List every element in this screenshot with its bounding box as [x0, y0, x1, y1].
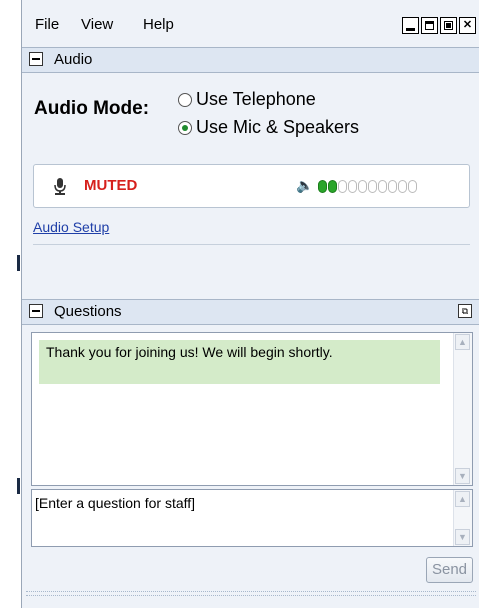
send-button[interactable]: Send [426, 557, 473, 583]
volume-segment [318, 180, 327, 193]
menu-help[interactable]: Help [143, 16, 174, 33]
volume-segment [378, 180, 387, 193]
speaker-icon: 🔈 [296, 177, 314, 193]
question-input-placeholder: [Enter a question for staff] [35, 495, 196, 511]
volume-segment [358, 180, 367, 193]
input-scrollbar[interactable]: ▲ ▼ [453, 490, 472, 546]
audio-section-header[interactable]: Audio [22, 47, 479, 73]
collapse-icon[interactable] [29, 304, 43, 318]
audio-status-box: MUTED 🔈 [33, 164, 470, 208]
divider [33, 244, 470, 245]
popout-icon[interactable]: ⧉ [458, 304, 472, 318]
edge-mark [17, 255, 20, 271]
radio-selected-icon [178, 120, 192, 135]
edge-mark [17, 478, 20, 494]
maximize-icon [425, 21, 434, 30]
audio-mode-label: Audio Mode: [34, 98, 150, 119]
popout-button[interactable] [440, 17, 457, 34]
mic-status: MUTED [84, 177, 138, 194]
window-controls: ✕ [402, 17, 476, 34]
question-message: Thank you for joining us! We will begin … [39, 340, 440, 384]
volume-segment [408, 180, 417, 193]
radio-use-telephone[interactable]: Use Telephone [178, 89, 316, 110]
menu-bar: File View Help ✕ [22, 0, 479, 46]
close-button[interactable]: ✕ [459, 17, 476, 34]
minimize-button[interactable] [402, 17, 419, 34]
volume-segment [368, 180, 377, 193]
scroll-down-icon[interactable]: ▼ [455, 468, 470, 484]
webinar-panel: File View Help ✕ Audio Audio Mode: Use T… [21, 0, 479, 608]
volume-segment [398, 180, 407, 193]
radio-icon [178, 92, 192, 107]
radio-label: Use Telephone [196, 89, 316, 109]
questions-log: Thank you for joining us! We will begin … [31, 332, 473, 486]
volume-segment [388, 180, 397, 193]
audio-setup-link[interactable]: Audio Setup [33, 219, 109, 235]
maximize-button[interactable] [421, 17, 438, 34]
audio-section-title: Audio [54, 51, 93, 68]
left-edge [0, 0, 21, 608]
scroll-up-icon[interactable]: ▲ [455, 334, 470, 350]
radio-use-mic-speakers[interactable]: Use Mic & Speakers [178, 117, 359, 138]
close-icon: ✕ [462, 19, 473, 31]
question-input[interactable]: [Enter a question for staff] ▲ ▼ [31, 489, 473, 547]
panel-bottom-edge [26, 591, 476, 596]
volume-segment [328, 180, 337, 193]
questions-section-header[interactable]: Questions ⧉ [22, 299, 479, 325]
collapse-icon[interactable] [29, 52, 43, 66]
scroll-up-icon[interactable]: ▲ [455, 491, 470, 507]
menu-view[interactable]: View [81, 16, 113, 33]
scroll-down-icon[interactable]: ▼ [455, 529, 470, 545]
volume-segment [338, 180, 347, 193]
menu-file[interactable]: File [35, 16, 59, 33]
volume-segment [348, 180, 357, 193]
questions-section-title: Questions [54, 303, 122, 320]
microphone-icon[interactable] [53, 177, 67, 195]
volume-meter [318, 180, 417, 193]
popout-icon-inner [446, 23, 451, 28]
log-scrollbar[interactable]: ▲ ▼ [453, 333, 472, 485]
minimize-icon [406, 28, 415, 31]
radio-label: Use Mic & Speakers [196, 117, 360, 137]
